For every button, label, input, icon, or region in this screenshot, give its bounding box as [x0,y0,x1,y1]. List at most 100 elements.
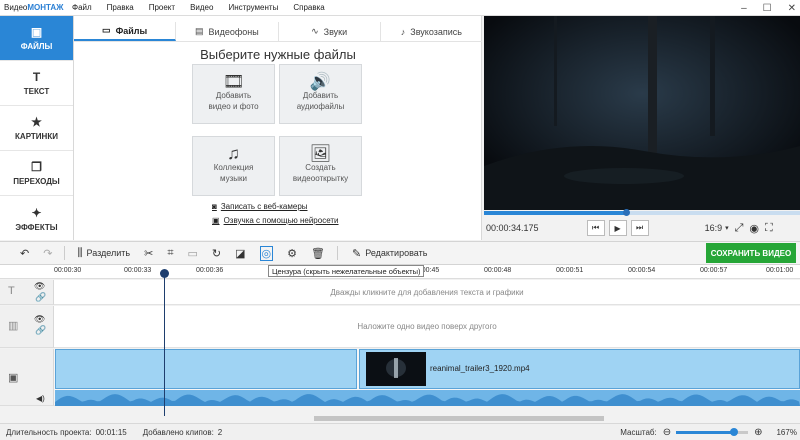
nav-effects[interactable]: ✦ ЭФФЕКТЫ [0,196,73,241]
volume-icon[interactable]: ◪ [235,247,245,260]
cut-icon[interactable]: ✂ [144,247,153,260]
next-frame-button[interactable]: ⏭ [630,220,649,236]
webcam-link[interactable]: ◙ Записать с веб-камеры [212,202,308,211]
split-button[interactable]: Разделить [87,248,131,258]
speaker-icon: 🔊 [309,72,332,91]
audio-waveform[interactable] [55,390,800,406]
playhead-handle[interactable] [160,269,169,278]
scale-slider[interactable] [676,427,749,436]
nav-files[interactable]: ▣ ФАЙЛЫ [0,16,73,61]
tile-label-line1: Добавить [302,91,339,100]
censor-icon[interactable]: ◎ [259,245,274,261]
aspect-ratio-select[interactable]: 16:9 [705,223,723,233]
edit-button[interactable]: Редактировать [365,248,427,258]
expand-icon[interactable]: ⤢ [735,222,744,235]
chevron-down-icon: ▾ [725,225,729,232]
webcam-icon: ◙ [212,202,217,211]
tab-files[interactable]: ▭ Файлы [74,22,177,41]
star-icon: ★ [31,115,42,129]
ai-voice-link[interactable]: ▣ Озвучка с помощью нейросети [212,216,339,225]
save-video-button[interactable]: СОХРАНИТЬ ВИДЕО [706,243,796,263]
add-audio-tile[interactable]: 🔊 Добавить аудиофайлы [279,64,362,124]
tab-backgrounds-label: Видеофоны [208,26,259,37]
waveform-icon: ∿ [311,26,319,36]
menu-video[interactable]: Видео [190,3,213,12]
redo-icon[interactable]: ↷ [43,247,52,260]
thumbnail-frame [366,352,426,386]
zoom-out-icon[interactable]: ⊖ [663,427,671,438]
scale-label: Масштаб: [620,427,657,437]
tile-label-line2: аудиофайлы [296,102,345,111]
nav-text[interactable]: T ТЕКСТ [0,61,73,106]
left-nav: ▣ ФАЙЛЫ T ТЕКСТ ★ КАРТИНКИ ❐ ПЕРЕХОДЫ ✦ … [0,16,74,240]
nav-transitions-label: ПЕРЕХОДЫ [13,177,60,186]
progress-fill [484,211,627,215]
edit-icon[interactable]: ✎ [352,247,361,260]
skip-forward-icon: ⏭ [635,223,644,232]
minimize-button[interactable]: – [741,3,747,14]
split-icon[interactable]: ⫼ [77,247,82,260]
duration-label: Длительность проекта: [6,427,92,437]
camera-icon[interactable]: ◉ [749,222,759,235]
rotate-icon[interactable]: ↻ [212,247,221,260]
scale-slider-knob[interactable] [729,427,738,436]
aspect-icon[interactable]: ▭ [188,247,198,260]
menu-file[interactable]: Файл [72,3,92,12]
properties-icon[interactable]: ⚙ [287,247,297,260]
close-button[interactable]: ✕ [788,3,796,14]
scale-slider-fill [676,430,734,434]
tile-label-line2: музыки [220,174,247,183]
timeline-scrollbar[interactable] [314,416,604,421]
player-controls: 00:00:34.175 ⏮ ▶ ⏭ 16:9 ▾ ⤢ ◉ ⛶ [484,216,800,240]
files-tab-icon: ▭ [102,25,111,35]
tile-label-line1: Создать [305,163,336,172]
tab-backgrounds[interactable]: ▤ Видеофоны [176,22,279,41]
tile-label-line2: видеооткрытку [292,174,349,183]
video-clip[interactable] [55,349,357,389]
tile-label-line2: видео и фото [208,102,259,111]
nav-pictures[interactable]: ★ КАРТИНКИ [0,106,73,151]
tab-recording[interactable]: ♪ Звукозапись [381,22,482,41]
video-track-header: ▣ ◀) [0,349,54,406]
nav-transitions[interactable]: ❐ ПЕРЕХОДЫ [0,151,73,196]
eye-icon[interactable]: 👁 [34,314,45,325]
playback-progress[interactable] [484,209,800,216]
postcard-icon: 🖼 [309,144,332,163]
window-controls: – ☐ ✕ [741,0,796,16]
app-title: ВидеоМОНТАЖ [4,3,64,12]
text-track-header: T 👁 🔗 [0,280,54,305]
fullscreen-icon[interactable]: ⛶ [765,222,773,235]
menu-help[interactable]: Справка [293,3,324,12]
clip-thumbnail [366,352,426,386]
prev-frame-button[interactable]: ⏮ [586,220,605,236]
music-collection-tile[interactable]: ♫ Коллекция музыки [192,136,275,196]
video-preview[interactable] [484,16,800,210]
ai-voice-link-label: Озвучка с помощью нейросети [223,216,339,225]
add-video-photo-tile[interactable]: 🎞 Добавить видео и фото [192,64,275,124]
scale-value: 167% [776,427,797,437]
menu-tools[interactable]: Инструменты [228,3,278,12]
undo-icon[interactable]: ↶ [20,247,29,260]
delete-icon[interactable]: 🗑 [311,247,325,260]
menu-edit[interactable]: Правка [107,3,134,12]
ai-voice-icon: ▣ [212,216,220,225]
overlay-track[interactable]: Наложите одно видео поверх другого [54,306,800,348]
play-button[interactable]: ▶ [608,220,627,236]
menu-project[interactable]: Проект [149,3,175,12]
speaker-icon[interactable]: ◀) [36,394,45,403]
tab-sounds[interactable]: ∿ Звуки [279,22,381,41]
ruler-label: 00:00:51 [556,267,584,274]
text-track[interactable]: Дважды кликните для добавления текста и … [54,280,800,305]
progress-knob[interactable] [623,209,631,216]
clips-label: Добавлено клипов: [142,427,214,437]
backgrounds-tab-icon: ▤ [195,26,204,36]
create-postcard-tile[interactable]: 🖼 Создать видеооткрытку [279,136,362,196]
menu-bar: ВидеоМОНТАЖ Файл Правка Проект Видео Инс… [0,0,800,16]
maximize-button[interactable]: ☐ [763,3,772,14]
nav-files-label: ФАЙЛЫ [20,42,53,51]
link-icon[interactable]: 🔗 [35,292,46,303]
eye-icon[interactable]: 👁 [34,281,45,292]
link-icon[interactable]: 🔗 [35,325,46,336]
crop-icon[interactable]: ⌗ [167,247,173,260]
zoom-in-icon[interactable]: ⊕ [754,427,762,438]
